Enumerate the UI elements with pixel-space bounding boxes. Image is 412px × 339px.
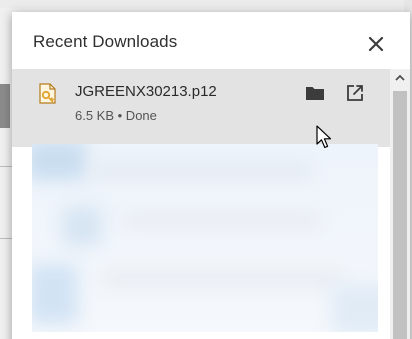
scroll-thumb[interactable] [393,91,407,339]
background-divider [0,238,12,239]
close-button[interactable] [364,32,388,56]
blurred-block [102,272,342,286]
blurred-block [122,214,322,226]
blurred-block [32,144,86,180]
browser-window: Recent Downloads JGREENX30213.p12 6.5 KB… [0,0,412,339]
panel-title: Recent Downloads [33,32,178,51]
certificate-file-icon [36,82,60,106]
file-status: 6.5 KB • Done [75,108,157,123]
blurred-block [332,284,378,332]
blurred-block [62,206,102,246]
chevron-up-icon [395,74,405,81]
background-divider [0,166,12,167]
open-file-button[interactable] [345,83,365,103]
folder-icon [306,87,324,100]
background-page-element [0,84,10,128]
downloads-panel: Recent Downloads JGREENX30213.p12 6.5 KB… [12,12,410,339]
close-icon [368,36,384,52]
show-in-folder-button[interactable] [304,83,326,103]
downloads-panel-header: Recent Downloads [12,12,410,70]
blurred-content [32,144,378,332]
scroll-up-button[interactable] [390,69,410,87]
blurred-block [32,264,78,324]
download-item[interactable]: JGREENX30213.p12 6.5 KB • Done [12,69,390,147]
blurred-block [92,164,312,178]
open-external-icon [347,85,363,101]
background-page-top [0,0,412,8]
file-name: JGREENX30213.p12 [75,83,217,100]
scrollbar[interactable] [390,69,410,339]
